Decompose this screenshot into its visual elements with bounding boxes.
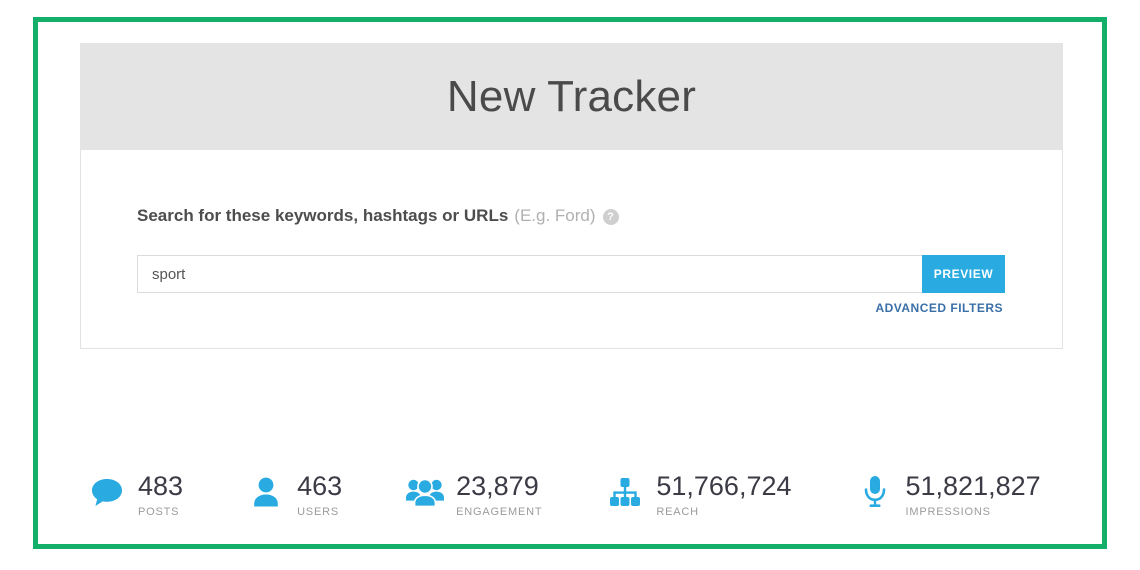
stat-text-impressions: 51,821,827 IMPRESSIONS	[905, 470, 1041, 519]
page-title: New Tracker	[446, 71, 697, 121]
stat-item-posts[interactable]: 483 POSTS	[86, 470, 183, 518]
sitemap-icon	[604, 470, 646, 514]
stat-value-reach: 51,766,724	[656, 471, 792, 501]
speech-bubble-icon	[86, 470, 128, 514]
microphone-icon	[854, 470, 896, 514]
stat-label-users: USERS	[297, 506, 339, 519]
advanced-filters-link[interactable]: ADVANCED FILTERS	[875, 301, 1003, 315]
app-screen: New Tracker Search for these keywords, h…	[0, 0, 1140, 570]
stat-text-engagement: 23,879 ENGAGEMENT	[456, 470, 543, 519]
users-group-icon	[404, 470, 446, 514]
stat-value-posts: 483	[138, 471, 184, 501]
stat-text-reach: 51,766,724 REACH	[656, 470, 792, 519]
stat-item-engagement[interactable]: 23,879 ENGAGEMENT	[404, 470, 542, 518]
stats-bar: 483 POSTS 463 USERS 23,879 ENGAGEMENT 51…	[86, 470, 1061, 538]
search-field-label: Search for these keywords, hashtags or U…	[137, 206, 509, 225]
header-band: New Tracker	[80, 43, 1063, 150]
stat-value-impressions: 51,821,827	[905, 471, 1041, 501]
stat-value-users: 463	[297, 471, 343, 501]
green-border-frame: New Tracker Search for these keywords, h…	[33, 17, 1107, 549]
stat-label-reach: REACH	[656, 506, 699, 519]
search-input[interactable]	[137, 255, 922, 293]
search-field-label-row: Search for these keywords, hashtags or U…	[137, 206, 619, 226]
stat-label-impressions: IMPRESSIONS	[905, 506, 991, 519]
stat-value-engagement: 23,879	[456, 471, 539, 501]
stat-text-users: 463 USERS	[297, 470, 343, 519]
user-icon	[245, 470, 287, 514]
search-card: Search for these keywords, hashtags or U…	[80, 150, 1063, 349]
stat-label-engagement: ENGAGEMENT	[456, 506, 543, 519]
page-content: New Tracker Search for these keywords, h…	[38, 22, 1102, 544]
stat-item-reach[interactable]: 51,766,724 REACH	[604, 470, 792, 519]
search-field-hint: (E.g. Ford)	[514, 206, 596, 225]
stat-text-posts: 483 POSTS	[138, 470, 184, 519]
stat-item-users[interactable]: 463 USERS	[245, 470, 342, 518]
preview-button[interactable]: PREVIEW	[922, 255, 1005, 293]
stat-label-posts: POSTS	[138, 506, 180, 519]
help-circle-icon[interactable]: ?	[602, 209, 619, 225]
stat-item-impressions[interactable]: 51,821,827 IMPRESSIONS	[854, 470, 1041, 518]
search-input-row: PREVIEW	[137, 255, 1005, 293]
